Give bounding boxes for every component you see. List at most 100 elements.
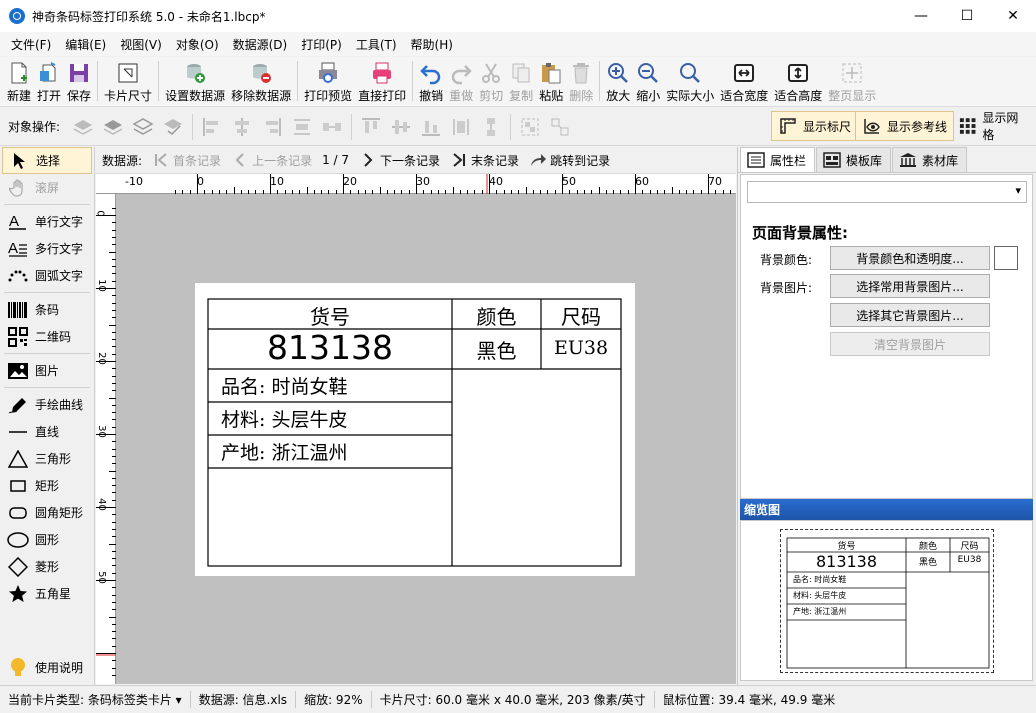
color-header[interactable]: 颜色: [452, 301, 541, 330]
same-height-icon[interactable]: [480, 116, 502, 138]
print-preview-button[interactable]: 打印预览: [301, 57, 355, 105]
origin-text[interactable]: 产地: 浙江温州: [221, 438, 347, 465]
show-ruler-toggle[interactable]: 显示标尺: [771, 111, 859, 141]
help-guide-label: 使用说明: [35, 661, 84, 675]
tool-select[interactable]: 选择: [2, 147, 92, 174]
material-text[interactable]: 材料: 头层牛皮: [221, 405, 347, 432]
save-button[interactable]: 保存: [64, 57, 94, 105]
direct-print-button[interactable]: 直接打印: [355, 57, 409, 105]
menu-print[interactable]: 打印(P): [294, 36, 349, 53]
next-record-button[interactable]: 下一条记录: [359, 151, 440, 169]
tool-triangle[interactable]: 三角形: [0, 445, 94, 472]
size-value[interactable]: EU38: [541, 337, 621, 359]
ungroup-icon[interactable]: [549, 116, 571, 138]
copy-button[interactable]: 复制: [506, 57, 536, 105]
bg-color-button[interactable]: 背景颜色和透明度...: [830, 246, 990, 270]
tool-line[interactable]: 直线: [0, 418, 94, 445]
tool-single-text[interactable]: A 单行文字: [0, 208, 94, 235]
same-width-icon[interactable]: [450, 116, 472, 138]
tool-arc-text[interactable]: 圆弧文字: [0, 262, 94, 289]
menu-help[interactable]: 帮助(H): [404, 36, 460, 53]
product-name-text[interactable]: 品名: 时尚女鞋: [221, 372, 347, 399]
layer-up-icon[interactable]: [132, 116, 154, 138]
line-icon: [9, 430, 27, 433]
tool-qrcode[interactable]: 二维码: [0, 323, 94, 350]
menu-view[interactable]: 视图(V): [113, 36, 169, 53]
status-mouse-position: 鼠标位置: 39.4 毫米, 49.9 毫米: [662, 693, 836, 707]
first-record-button[interactable]: 首条记录: [152, 151, 221, 169]
align-top-icon[interactable]: [360, 116, 382, 138]
jump-to-record-button[interactable]: 跳转到记录: [529, 151, 610, 169]
tool-rectangle[interactable]: 矩形: [0, 472, 94, 499]
new-button[interactable]: 新建: [4, 57, 34, 105]
redo-button[interactable]: 重做: [446, 57, 476, 105]
tab-properties[interactable]: 属性栏: [740, 147, 816, 172]
group-icon[interactable]: [519, 116, 541, 138]
actual-size-button[interactable]: 实际大小: [663, 57, 717, 105]
align-center-icon[interactable]: [231, 116, 253, 138]
close-button[interactable]: ✕: [990, 0, 1036, 32]
tool-scroll[interactable]: 滚屏: [0, 174, 94, 201]
align-right-icon[interactable]: [261, 116, 283, 138]
minimize-button[interactable]: —: [898, 0, 944, 32]
delete-button[interactable]: 删除: [566, 57, 596, 105]
size-header[interactable]: 尺码: [541, 301, 621, 330]
distribute-horizontal-icon[interactable]: [291, 116, 313, 138]
tool-freehand[interactable]: 手绘曲线: [0, 391, 94, 418]
choose-common-bg-button[interactable]: 选择常用背景图片...: [830, 274, 990, 298]
tool-image[interactable]: 图片: [0, 357, 94, 384]
menu-tools[interactable]: 工具(T): [349, 36, 404, 53]
color-value[interactable]: 黑色: [452, 335, 541, 364]
fit-height-button[interactable]: 适合高度: [771, 57, 825, 105]
last-record-button[interactable]: 末条记录: [450, 151, 519, 169]
bg-color-swatch[interactable]: [994, 246, 1018, 270]
tab-templates[interactable]: 模板库: [816, 147, 892, 172]
redo-icon: [451, 65, 472, 85]
tool-ellipse[interactable]: 圆形: [0, 526, 94, 553]
bg-color-label: 背景颜色:: [760, 253, 813, 267]
cut-button[interactable]: 剪切: [476, 57, 506, 105]
item-no-value[interactable]: 813138: [208, 328, 452, 367]
card-size-button[interactable]: 卡片尺寸: [101, 57, 155, 105]
menu-datasource[interactable]: 数据源(D): [226, 36, 295, 53]
remove-datasource-button[interactable]: 移除数据源: [228, 57, 294, 105]
card-type-selector[interactable]: 当前卡片类型: 条码标签类卡片 ▾: [8, 691, 191, 708]
tool-multi-text[interactable]: A 多行文字: [0, 235, 94, 262]
object-selector-dropdown[interactable]: [747, 181, 1027, 203]
choose-other-bg-button[interactable]: 选择其它背景图片...: [830, 303, 990, 327]
prev-record-button[interactable]: 上一条记录: [231, 151, 312, 169]
ruler-label: 10: [270, 175, 284, 188]
tool-star[interactable]: 五角星: [0, 580, 94, 607]
item-no-header[interactable]: 货号: [208, 301, 452, 330]
send-back-icon[interactable]: [102, 116, 124, 138]
tool-diamond[interactable]: 菱形: [0, 553, 94, 580]
undo-button[interactable]: 撤销: [416, 57, 446, 105]
tool-round-rect[interactable]: 圆角矩形: [0, 499, 94, 526]
align-left-icon[interactable]: [201, 116, 223, 138]
layer-down-icon[interactable]: [162, 116, 184, 138]
bring-front-icon[interactable]: [72, 116, 94, 138]
zoom-out-button[interactable]: 缩小: [633, 57, 663, 105]
show-guides-toggle[interactable]: 显示参考线: [855, 111, 955, 141]
clear-bg-button[interactable]: 清空背景图片: [830, 332, 990, 356]
show-grid-toggle[interactable]: 显示网格: [951, 111, 1036, 142]
help-guide-button[interactable]: 使用说明: [0, 654, 94, 681]
copy-label: 复制: [509, 89, 534, 103]
zoom-in-button[interactable]: 放大: [603, 57, 633, 105]
distribute-vertical-icon[interactable]: [321, 116, 343, 138]
menu-edit[interactable]: 编辑(E): [58, 36, 113, 53]
paste-button[interactable]: 粘贴: [536, 57, 566, 105]
tool-barcode[interactable]: 条码: [0, 296, 94, 323]
align-bottom-icon[interactable]: [420, 116, 442, 138]
maximize-button[interactable]: ☐: [944, 0, 990, 32]
fit-page-button[interactable]: 整页显示: [825, 57, 879, 105]
menu-object[interactable]: 对象(O): [169, 36, 226, 53]
thumbnail-pane[interactable]: 货号 813138 颜色 尺码 黑色 EU38 品名: 时尚女鞋 材料: 头层牛…: [740, 520, 1033, 681]
tab-materials[interactable]: 素材库: [892, 147, 968, 172]
label-card[interactable]: 货号 813138 颜色 尺码 黑色 EU38 品名: 时尚女鞋 材料: 头层牛…: [195, 283, 635, 576]
align-middle-icon[interactable]: [390, 116, 412, 138]
set-datasource-button[interactable]: 设置数据源: [162, 57, 228, 105]
open-button[interactable]: 打开: [34, 57, 64, 105]
fit-width-button[interactable]: 适合宽度: [717, 57, 771, 105]
menu-file[interactable]: 文件(F): [4, 36, 58, 53]
